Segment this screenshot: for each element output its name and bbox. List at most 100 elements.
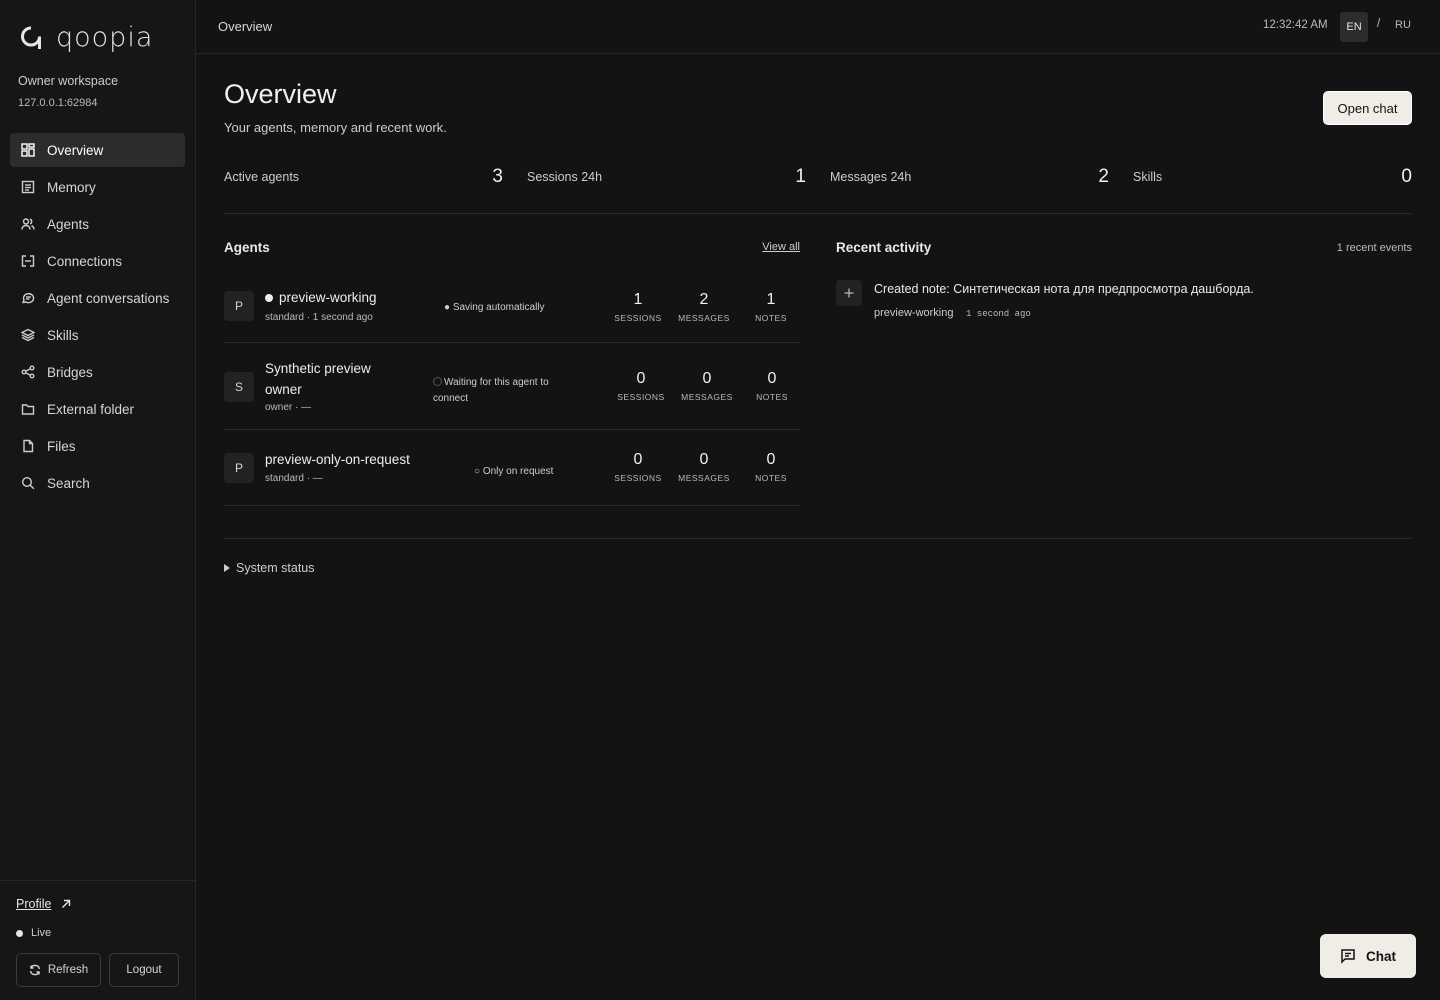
memory-icon <box>21 180 35 194</box>
stat-label: Active agents <box>224 169 300 184</box>
sidebar-item-agent-conversations[interactable]: Agent conversations <box>10 281 185 315</box>
stat-label: Sessions 24h <box>527 169 603 184</box>
topbar: Overview 12:32:42 AM EN / RU <box>196 0 1440 54</box>
agent-name-text: preview-working <box>279 290 377 305</box>
sidebar: qoopia Owner workspace 127.0.0.1:62984 O… <box>0 0 196 1000</box>
metric-value: 0 <box>699 451 709 468</box>
logout-button[interactable]: Logout <box>109 953 179 987</box>
online-dot-icon <box>265 293 273 302</box>
avatar: S <box>224 372 254 402</box>
view-all-link[interactable]: View all <box>762 241 800 253</box>
live-status: Live <box>16 927 51 939</box>
sidebar-item-files[interactable]: Files <box>10 429 185 463</box>
page-subtitle: Your agents, memory and recent work. <box>224 120 447 135</box>
connections-icon <box>21 254 35 268</box>
agent-name-text: preview-only-on-request <box>265 452 410 467</box>
search-icon <box>21 476 35 490</box>
chat-button[interactable]: Chat <box>1320 934 1416 978</box>
sidebar-item-label: Connections <box>47 253 123 269</box>
activity-agent: preview-working <box>874 307 954 319</box>
sidebar-item-label: Search <box>47 475 90 491</box>
metric-value: 0 <box>766 451 776 468</box>
sidebar-item-label: Agent conversations <box>47 290 170 306</box>
metric-value: 1 <box>633 291 643 308</box>
status-dot-icon <box>16 929 23 937</box>
agent-name-line: owner <box>265 382 302 397</box>
stat-label: Skills <box>1133 169 1163 184</box>
events-count: 1 recent events <box>1336 242 1412 254</box>
sidebar-item-agents[interactable]: Agents <box>10 207 185 241</box>
stat-value: 1 <box>795 165 806 187</box>
activity-title: Recent activity <box>836 240 932 255</box>
sidebar-item-label: External folder <box>47 401 135 417</box>
metric-sessions: 1 SESSIONS <box>608 291 668 323</box>
logo-mark-icon <box>21 26 41 49</box>
avatar: P <box>224 453 254 483</box>
lang-separator: / <box>1377 18 1381 30</box>
brand-logo[interactable]: qoopia <box>20 22 153 53</box>
metric-sessions: 0 SESSIONS <box>608 451 668 483</box>
refresh-button[interactable]: Refresh <box>16 953 101 987</box>
system-status-toggle[interactable]: System status <box>224 561 315 575</box>
sidebar-item-overview[interactable]: Overview <box>10 133 185 167</box>
stat-label: Messages 24h <box>830 169 912 184</box>
metric-messages: 0 MESSAGES <box>674 451 734 483</box>
workspace-name: Owner workspace <box>18 74 119 88</box>
offline-circle-icon <box>433 377 442 386</box>
recent-activity-section: Recent activity 1 recent events Created … <box>836 230 1412 319</box>
refresh-label: Refresh <box>47 964 89 976</box>
profile-link[interactable]: Profile <box>16 897 71 911</box>
sidebar-item-connections[interactable]: Connections <box>10 244 185 278</box>
agent-name: Synthetic preview owner <box>265 358 371 400</box>
agent-name: preview-working <box>265 287 377 308</box>
sidebar-item-memory[interactable]: Memory <box>10 170 185 204</box>
section-divider <box>224 538 1412 539</box>
agent-row[interactable]: S Synthetic preview owner owner · — Wait… <box>224 343 800 430</box>
triangle-right-icon <box>224 564 230 572</box>
lang-en-button[interactable]: EN <box>1340 12 1368 42</box>
metric-label: MESSAGES <box>681 392 733 402</box>
metric-label: SESSIONS <box>617 392 665 402</box>
metric-value: 0 <box>702 370 712 387</box>
sidebar-item-bridges[interactable]: Bridges <box>10 355 185 389</box>
chat-icon <box>1341 949 1355 964</box>
grid-icon <box>21 143 35 157</box>
metric-notes: 0 NOTES <box>742 370 802 402</box>
metric-label: MESSAGES <box>678 473 730 483</box>
sidebar-item-external-folder[interactable]: External folder <box>10 392 185 426</box>
sidebar-item-search[interactable]: Search <box>10 466 185 500</box>
agent-row[interactable]: P preview-only-on-request standard · — ○… <box>224 430 800 506</box>
sidebar-item-skills[interactable]: Skills <box>10 318 185 352</box>
sidebar-footer: Profile Live Refresh Logout <box>0 880 196 1000</box>
agents-title: Agents <box>224 240 270 255</box>
agent-meta: standard · 1 second ago <box>265 312 373 323</box>
stat-skills: Skills 0 <box>1133 159 1412 194</box>
metric-label: NOTES <box>756 392 788 402</box>
system-status-label: System status <box>236 561 315 575</box>
agents-section: Agents View all P preview-working standa… <box>224 230 800 506</box>
metric-label: NOTES <box>755 313 787 323</box>
page-title: Overview <box>224 79 337 109</box>
status-line: connect <box>433 393 469 404</box>
agent-row[interactable]: P preview-working standard · 1 second ag… <box>224 272 800 343</box>
breadcrumb: Overview <box>218 19 273 34</box>
avatar: P <box>224 291 254 321</box>
status-line: Waiting for this agent to <box>444 377 549 388</box>
agent-status: ● Saving automatically <box>444 302 545 313</box>
share-icon <box>21 365 35 379</box>
activity-time: 1 second ago <box>966 309 1031 319</box>
open-chat-button[interactable]: Open chat <box>1323 91 1412 125</box>
app-root: qoopia Owner workspace 127.0.0.1:62984 O… <box>0 0 1440 1000</box>
metric-value: 1 <box>766 291 776 308</box>
agent-meta: owner · — <box>265 402 312 413</box>
metric-sessions: 0 SESSIONS <box>611 370 671 402</box>
stat-value: 2 <box>1098 165 1109 187</box>
live-label: Live <box>31 927 52 939</box>
workspace-address: 127.0.0.1:62984 <box>18 97 98 109</box>
sidebar-item-label: Bridges <box>47 364 93 380</box>
lang-ru-button[interactable]: RU <box>1395 19 1411 31</box>
stat-value: 0 <box>1401 165 1412 187</box>
stat-messages-24h: Messages 24h 2 <box>830 159 1109 194</box>
metric-notes: 1 NOTES <box>741 291 801 323</box>
metric-value: 2 <box>699 291 709 308</box>
